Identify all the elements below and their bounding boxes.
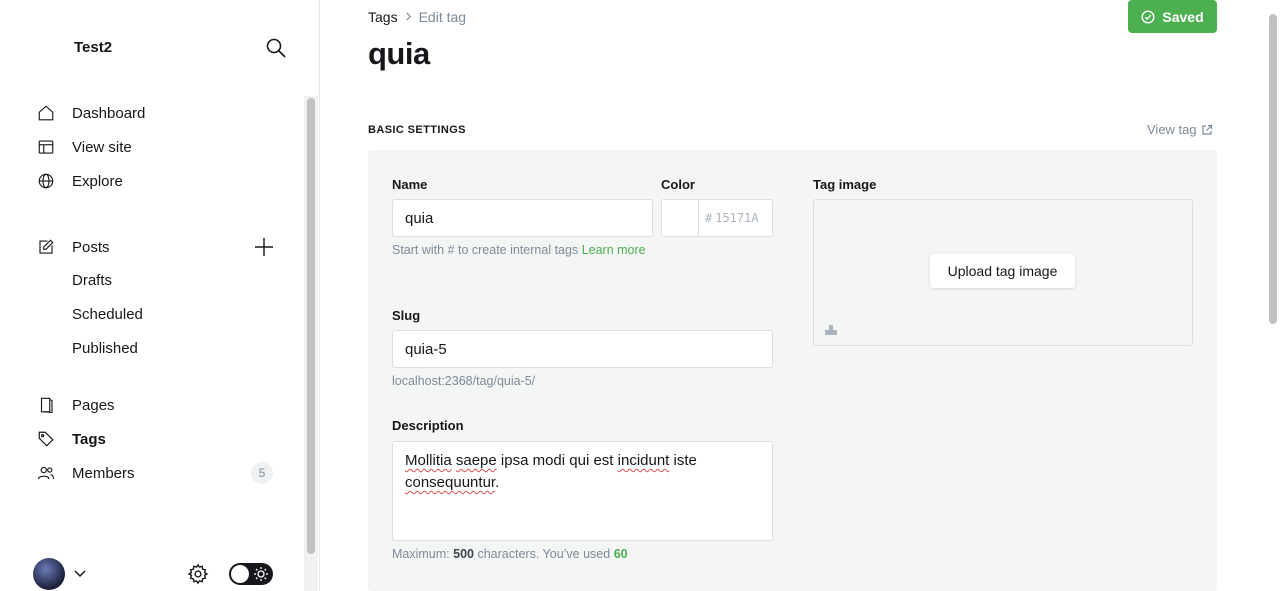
description-max: 500 — [453, 547, 474, 561]
chevron-down-icon[interactable] — [73, 566, 87, 580]
sidebar-item-pages[interactable]: Pages — [36, 393, 115, 417]
color-placeholder: 15171A — [715, 211, 759, 225]
sidebar-item-published[interactable]: Published — [72, 340, 138, 357]
layout-icon — [36, 137, 56, 157]
sidebar-item-label: Explore — [72, 172, 123, 190]
description-hint-prefix: Maximum: — [392, 547, 450, 561]
sidebar: Test2 Dashboard View site Explore Posts … — [0, 0, 320, 591]
sidebar-item-drafts[interactable]: Drafts — [72, 272, 112, 289]
description-hint-mid: characters. You’ve used — [477, 547, 611, 561]
name-input[interactable]: quia — [392, 199, 653, 237]
sidebar-item-label: Pages — [72, 396, 115, 414]
sidebar-item-tags[interactable]: Tags — [36, 427, 106, 451]
add-post-button[interactable] — [254, 237, 274, 257]
view-tag-link[interactable]: View tag — [1147, 122, 1213, 137]
description-textarea[interactable]: Mollitia saepe ipsa modi qui est incidun… — [392, 441, 773, 541]
description-text: iste — [673, 452, 697, 469]
color-hash: # — [705, 211, 713, 225]
sidebar-item-label: Posts — [72, 238, 110, 256]
sidebar-item-label: Dashboard — [72, 104, 146, 122]
page-title: quia — [368, 36, 430, 71]
sidebar-item-posts[interactable]: Posts — [36, 235, 110, 259]
globe-icon — [36, 171, 56, 191]
description-word: Mollitia — [405, 452, 452, 469]
check-circle-icon — [1141, 9, 1155, 24]
search-icon[interactable] — [264, 36, 290, 62]
name-hint-text: Start with # to create internal tags — [392, 243, 579, 257]
dark-mode-toggle[interactable] — [229, 563, 273, 585]
sidebar-item-dashboard[interactable]: Dashboard — [36, 101, 145, 125]
color-input[interactable]: # 15171A — [698, 199, 773, 237]
main-scrollbar-thumb[interactable] — [1269, 14, 1277, 324]
sidebar-item-view-site[interactable]: View site — [36, 135, 132, 159]
color-label: Color — [661, 177, 695, 192]
save-button[interactable]: Saved — [1128, 0, 1217, 33]
section-title: BASIC SETTINGS — [368, 124, 466, 136]
view-tag-label: View tag — [1147, 122, 1197, 137]
toggle-knob — [231, 565, 249, 583]
sidebar-scrollbar-thumb[interactable] — [307, 98, 315, 554]
page-icon — [36, 395, 56, 415]
home-icon — [36, 103, 56, 123]
sidebar-item-members[interactable]: Members — [36, 461, 135, 485]
gear-icon[interactable] — [187, 563, 209, 585]
sidebar-item-scheduled[interactable]: Scheduled — [72, 306, 143, 323]
description-text: ipsa modi qui est — [500, 452, 614, 469]
description-word: incidunt — [617, 452, 670, 469]
external-link-icon — [1202, 124, 1212, 135]
description-word: saepe — [455, 452, 497, 469]
members-icon — [36, 463, 56, 483]
name-label: Name — [392, 177, 428, 192]
breadcrumb-current: Edit tag — [418, 9, 467, 25]
save-button-label: Saved — [1162, 8, 1204, 25]
upload-tag-image-button[interactable]: Upload tag image — [930, 254, 1075, 288]
sidebar-scrollbar[interactable] — [304, 96, 318, 591]
slug-input[interactable]: quia-5 — [392, 330, 773, 368]
image-placeholder-icon — [824, 322, 838, 336]
learn-more-link[interactable]: Learn more — [582, 243, 646, 257]
color-swatch[interactable] — [661, 199, 699, 237]
description-label: Description — [392, 418, 464, 433]
name-hint: Start with # to create internal tags Lea… — [392, 240, 652, 261]
breadcrumb: Tags Edit tag — [368, 9, 466, 25]
main-scrollbar[interactable] — [1266, 0, 1280, 591]
sidebar-item-explore[interactable]: Explore — [36, 169, 123, 193]
description-word: consequuntur — [405, 474, 496, 491]
chevron-right-icon — [404, 10, 413, 24]
sun-icon — [254, 567, 268, 581]
sidebar-item-label: Tags — [72, 430, 106, 448]
members-count-badge: 5 — [251, 462, 273, 484]
tag-image-label: Tag image — [813, 177, 877, 192]
site-title[interactable]: Test2 — [74, 39, 112, 56]
description-used-count: 60 — [613, 547, 628, 561]
edit-icon — [36, 237, 56, 257]
tag-icon — [36, 429, 56, 449]
avatar[interactable] — [33, 558, 65, 590]
sidebar-item-label: Members — [72, 464, 135, 482]
sidebar-item-label: View site — [72, 138, 132, 156]
description-text: . — [495, 474, 500, 491]
slug-label: Slug — [392, 308, 421, 323]
slug-url-preview: localhost:2368/tag/quia-5/ — [392, 374, 536, 388]
description-hint: Maximum: 500 characters. You’ve used 60 — [392, 544, 628, 565]
breadcrumb-tags-link[interactable]: Tags — [368, 9, 398, 25]
